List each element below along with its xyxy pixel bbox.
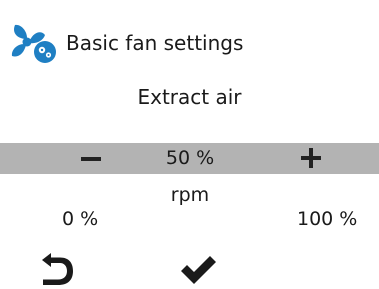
back-arrow-icon[interactable] bbox=[38, 252, 76, 289]
minus-icon bbox=[81, 156, 101, 161]
fan-speed-value: 50 % bbox=[165, 147, 215, 169]
increase-button[interactable] bbox=[292, 143, 330, 174]
min-label: 0 % bbox=[62, 208, 99, 230]
checkmark-icon[interactable] bbox=[178, 254, 218, 288]
max-label: 100 % bbox=[297, 208, 358, 230]
header: Basic fan settings bbox=[0, 0, 379, 82]
fan-speed-slider[interactable]: 50 % bbox=[0, 143, 379, 174]
unit-label: rpm bbox=[170, 184, 210, 206]
decrease-button[interactable] bbox=[72, 143, 110, 174]
page-title: Basic fan settings bbox=[66, 31, 244, 55]
fan-settings-icon bbox=[11, 24, 56, 63]
section-subtitle: Extract air bbox=[137, 85, 242, 109]
